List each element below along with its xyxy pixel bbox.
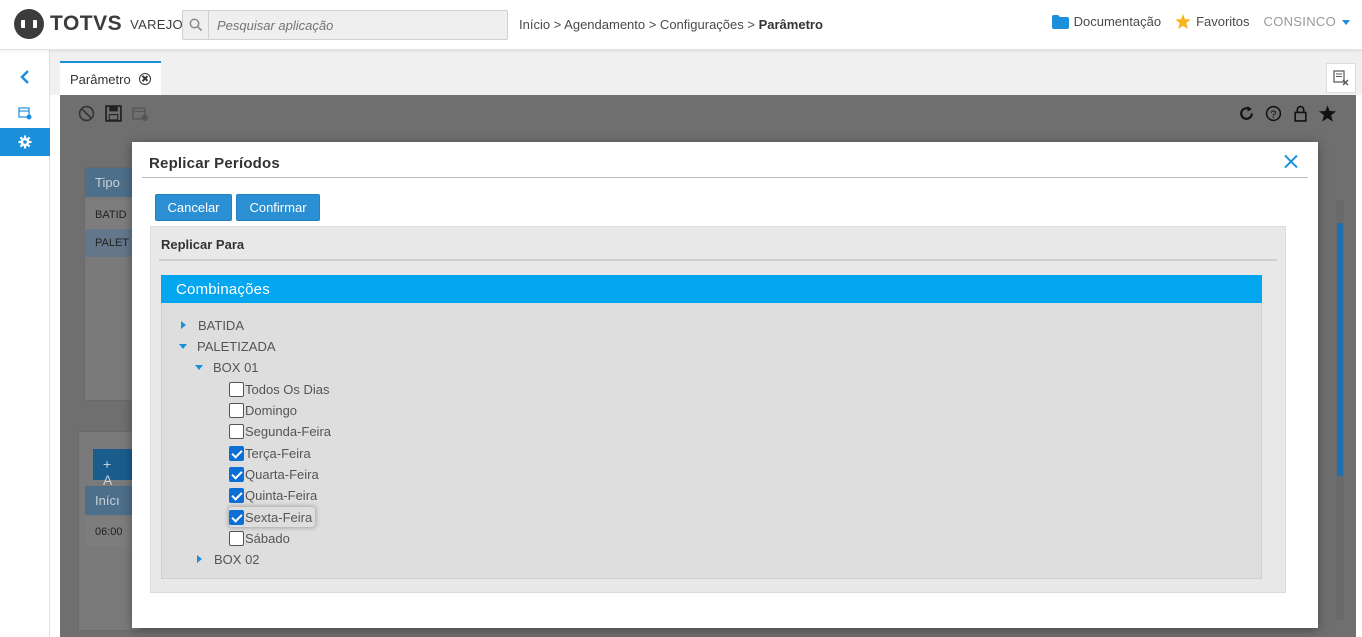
help-icon[interactable]: ?	[1265, 105, 1282, 122]
close-icon[interactable]	[1282, 153, 1300, 171]
app-search	[182, 10, 508, 40]
collapse-icon[interactable]	[195, 364, 203, 370]
day-checkbox[interactable]	[229, 487, 244, 503]
day-label: Todos Os Dias	[245, 381, 330, 397]
day-option-segunda-feira[interactable]: Segunda-Feira	[229, 421, 331, 441]
top-bar: TOTVS VAREJO Início > Agendamento > Conf…	[0, 0, 1362, 50]
tree-node-label: BATIDA	[198, 317, 244, 333]
close-all-tabs-button[interactable]	[1326, 63, 1356, 93]
user-name: CONSINCO	[1263, 14, 1336, 29]
day-label: Domingo	[245, 402, 298, 418]
documentation-label: Documentação	[1073, 14, 1162, 29]
day-checkbox[interactable]	[229, 381, 244, 397]
day-checkbox[interactable]	[229, 423, 244, 439]
sidebar-item-settings[interactable]	[0, 128, 50, 156]
tree-node-label: BOX 01	[213, 359, 259, 375]
day-option-quinta-feira[interactable]: Quinta-Feira	[229, 485, 317, 505]
tree-node-label: BOX 02	[214, 551, 260, 567]
breadcrumb: Início > Agendamento > Configurações > P…	[519, 17, 823, 32]
save-icon[interactable]	[105, 105, 122, 122]
day-option-terca-feira[interactable]: Terça-Feira	[229, 443, 311, 463]
day-option-domingo[interactable]: Domingo	[229, 400, 297, 420]
day-option-sabado[interactable]: Sábado	[229, 528, 290, 548]
day-checkbox[interactable]	[229, 466, 244, 482]
combinations-tree: Combinações BATIDA PALETIZADA BOX 01 Tod…	[161, 275, 1262, 579]
expand-icon[interactable]	[197, 555, 202, 563]
favorites-label: Favoritos	[1196, 14, 1250, 29]
calendar-settings-icon	[18, 107, 32, 120]
refresh-icon[interactable]	[1238, 105, 1255, 122]
day-checkbox[interactable]	[229, 402, 244, 418]
brand-sub: VAREJO	[130, 16, 183, 32]
breadcrumb-current: Parâmetro	[758, 17, 823, 32]
day-checkbox[interactable]	[229, 445, 244, 461]
day-label: Quinta-Feira	[245, 487, 318, 503]
content-toolbar	[78, 105, 149, 122]
calendar-icon[interactable]	[132, 105, 149, 122]
totvs-logo-icon	[14, 9, 44, 39]
day-option-quarta-feira[interactable]: Quarta-Feira	[229, 464, 319, 484]
cancel-button[interactable]: Cancelar	[155, 194, 232, 221]
tree-node-batida[interactable]: BATIDA	[181, 315, 244, 335]
tree-node-box-02[interactable]: BOX 02	[197, 549, 260, 569]
brand-name: TOTVS	[50, 12, 123, 35]
tree-header: Combinações	[161, 275, 1262, 303]
lock-icon[interactable]	[1292, 105, 1309, 122]
day-checkbox[interactable]	[229, 509, 244, 525]
day-label: Sexta-Feira	[245, 509, 313, 525]
expand-icon[interactable]	[181, 321, 186, 329]
collapse-icon[interactable]	[179, 343, 187, 349]
sidebar-item-schedule[interactable]	[0, 99, 50, 127]
svg-text:?: ?	[1270, 109, 1276, 121]
section-divider	[159, 259, 1277, 261]
tree-node-label: PALETIZADA	[197, 338, 276, 354]
tab-label: Parâmetro	[70, 71, 131, 87]
search-icon[interactable]	[183, 11, 209, 39]
tab-bar: Parâmetro	[50, 50, 1362, 95]
replicate-periods-modal: Replicar Períodos Cancelar Confirmar Rep…	[132, 142, 1318, 628]
day-label: Terça-Feira	[245, 445, 311, 461]
gear-icon	[18, 135, 32, 149]
scrollbar-thumb[interactable]	[1337, 223, 1343, 476]
day-option-todos-os-dias[interactable]: Todos Os Dias	[229, 379, 330, 399]
star-icon	[1175, 14, 1191, 29]
chevron-left-icon	[20, 70, 29, 84]
day-label: Segunda-Feira	[245, 423, 331, 439]
user-menu[interactable]: CONSINCO	[1264, 14, 1350, 29]
tree-node-paletizada[interactable]: PALETIZADA	[179, 336, 276, 356]
day-label: Sábado	[245, 530, 290, 546]
modal-divider	[142, 177, 1308, 178]
cancel-icon[interactable]	[78, 105, 95, 122]
replicate-to-panel: Replicar Para Combinações BATIDA PALETIZ…	[150, 226, 1286, 593]
tree-node-box-01[interactable]: BOX 01	[195, 357, 259, 377]
star-icon[interactable]	[1319, 105, 1336, 122]
close-tabs-icon	[1333, 70, 1349, 86]
modal-title: Replicar Períodos	[149, 155, 280, 172]
search-input[interactable]	[209, 17, 499, 33]
top-right-menu: Documentação Favoritos CONSINCO	[1038, 14, 1350, 29]
background-add-button: + A	[93, 449, 133, 488]
totvs-logo[interactable]: TOTVS VAREJO	[14, 9, 183, 39]
collapse-sidebar-button[interactable]	[0, 63, 50, 91]
breadcrumb-path[interactable]: Início > Agendamento > Configurações >	[519, 17, 759, 32]
chevron-down-icon	[1342, 20, 1350, 25]
day-label: Quarta-Feira	[245, 466, 319, 482]
day-checkbox[interactable]	[229, 530, 244, 546]
left-sidebar	[0, 50, 50, 637]
documentation-link[interactable]: Documentação	[1051, 14, 1162, 29]
content-actions: ?	[1238, 105, 1336, 122]
favorites-link[interactable]: Favoritos	[1175, 14, 1250, 29]
section-title: Replicar Para	[161, 237, 245, 252]
day-option-sexta-feira[interactable]: Sexta-Feira	[229, 507, 315, 527]
folder-icon	[1051, 14, 1069, 29]
confirm-button[interactable]: Confirmar	[236, 194, 320, 221]
tab-parametro[interactable]: Parâmetro	[60, 61, 161, 95]
close-tab-icon[interactable]	[138, 73, 151, 85]
